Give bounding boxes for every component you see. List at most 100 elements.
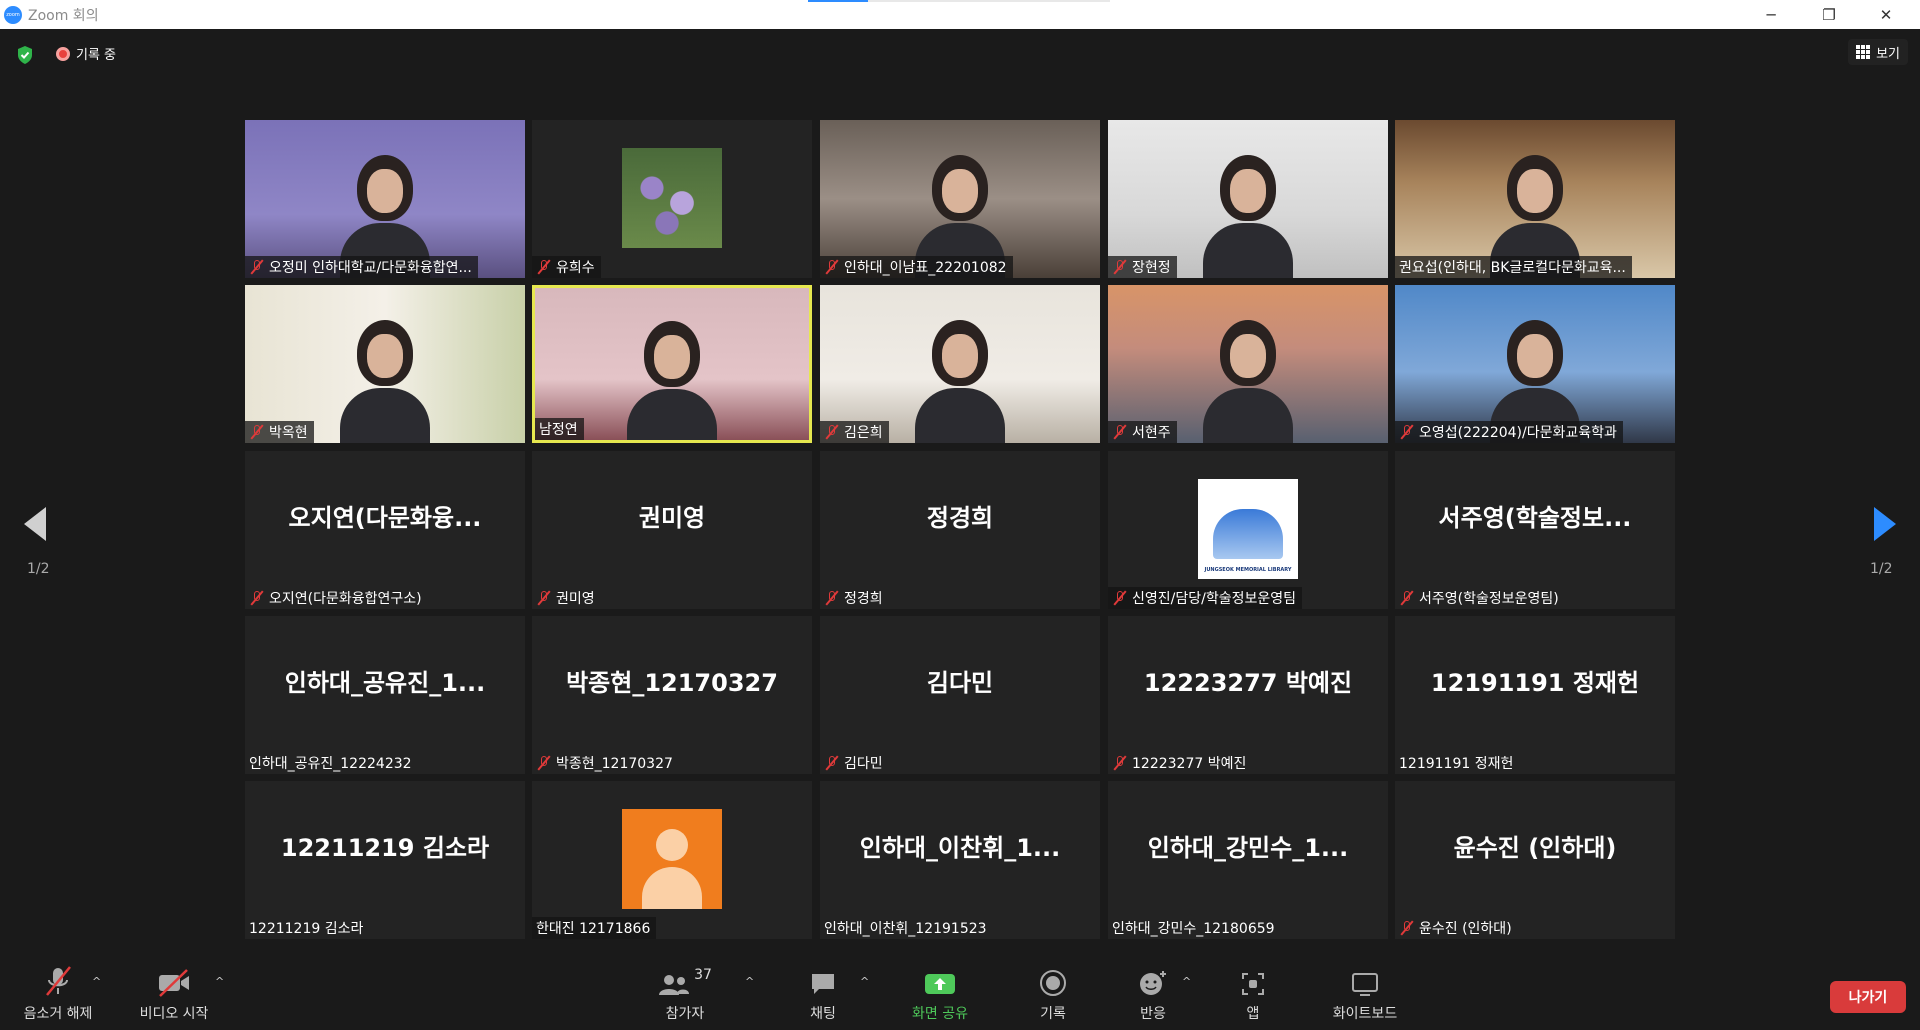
microphone-muted-icon [46, 966, 71, 996]
participant-display-name: 권미영 [638, 503, 706, 532]
microphone-muted-icon [824, 755, 840, 771]
participant-name: 인하대_이남표_22201082 [844, 260, 1007, 276]
participant-video [915, 319, 1005, 443]
participant-display-name: 김다민 [926, 668, 994, 697]
participant-name: 박종현_12170327 [556, 756, 673, 772]
participant-name: 오정미 인하대학교/다문화융합연... [269, 260, 472, 276]
leave-button[interactable]: 나가기 [1830, 981, 1906, 1013]
participants-icon [659, 975, 690, 995]
apps-button[interactable]: 앱 [1233, 957, 1273, 1030]
minimize-button[interactable]: ─ [1748, 0, 1794, 29]
window-titlebar: zoom Zoom 회의 ─ ❐ ✕ [0, 0, 1920, 29]
participant-display-name: 12223277 박예진 [1143, 668, 1353, 697]
participant-tile[interactable]: 12211219 김소라 12211219 김소라 [245, 781, 525, 939]
microphone-muted-icon [536, 259, 552, 275]
apps-icon [1242, 973, 1264, 995]
participant-tile[interactable]: 김다민 김다민 [820, 616, 1100, 774]
participant-tile[interactable]: 박옥현 [245, 285, 525, 443]
apps-label: 앱 [1246, 1006, 1260, 1022]
participant-tile[interactable]: 박종현_12170327 박종현_12170327 [532, 616, 812, 774]
participant-name-label: 오영섭(222204)/다문화교육학과 [1395, 421, 1623, 443]
participant-tile[interactable]: 12191191 정재헌 12191191 정재헌 [1395, 616, 1675, 774]
participant-display-name: 인하대_이찬휘_1... [859, 833, 1061, 862]
participant-tile[interactable]: JUNGSEOK MEMORIAL LIBRARY 신영진/담당/학술정보운영팀 [1108, 451, 1388, 609]
participant-video [627, 321, 717, 440]
microphone-muted-icon [1399, 920, 1415, 936]
view-button[interactable]: 보기 [1848, 39, 1908, 65]
participant-tile[interactable]: 유희수 [532, 120, 812, 278]
record-label: 기록 [1040, 1006, 1066, 1022]
participant-name-label: 서현주 [1108, 421, 1177, 443]
chat-label: 채팅 [810, 1006, 836, 1022]
participant-display-name: 12211219 김소라 [280, 833, 490, 862]
participant-name-label: 유희수 [532, 256, 601, 278]
participant-name: 서주영(학술정보운영팀) [1419, 591, 1559, 607]
window-tab-indicator [808, 0, 1110, 2]
grid-view-icon [1856, 45, 1871, 59]
participant-name-label: 장현정 [1108, 256, 1177, 278]
participant-tile[interactable]: 인하대_이찬휘_1... 인하대_이찬휘_12191523 [820, 781, 1100, 939]
participant-tile[interactable]: 인하대_강민수_1... 인하대_강민수_12180659 [1108, 781, 1388, 939]
participant-name-label: 인하대_공유진_12224232 [245, 752, 418, 774]
participant-tile[interactable]: 서현주 [1108, 285, 1388, 443]
encryption-shield-icon[interactable] [16, 45, 34, 65]
video-options-caret-icon[interactable]: ^ [215, 975, 224, 988]
participant-tile[interactable]: 남정연 [532, 285, 812, 443]
whiteboard-label: 화이트보드 [1332, 1006, 1398, 1022]
reactions-button[interactable]: 반응 [1133, 957, 1173, 1030]
participants-button[interactable]: 37 참가자 [659, 957, 712, 1030]
microphone-muted-icon [249, 259, 265, 275]
participant-name: 오지연(다문화융합연구소) [269, 591, 422, 607]
participant-display-name: 12191191 정재헌 [1430, 668, 1640, 697]
chat-options-caret-icon[interactable]: ^ [860, 975, 869, 988]
participant-name: 김다민 [844, 756, 883, 772]
participant-tile[interactable]: 장현정 [1108, 120, 1388, 278]
reactions-options-caret-icon[interactable]: ^ [1182, 975, 1191, 988]
reactions-label: 반응 [1140, 1006, 1166, 1022]
microphone-muted-icon [1112, 590, 1128, 606]
participants-options-caret-icon[interactable]: ^ [745, 975, 754, 988]
participant-name: 권미영 [556, 591, 595, 607]
participant-tile[interactable]: 인하대_공유진_1... 인하대_공유진_12224232 [245, 616, 525, 774]
participant-tile[interactable]: 김은희 [820, 285, 1100, 443]
chat-button[interactable]: 채팅 [803, 957, 843, 1030]
participant-display-name: 오지연(다문화융... [288, 503, 482, 532]
participant-name-label: 권미영 [532, 587, 601, 609]
participant-name: 유희수 [556, 260, 595, 276]
restore-button[interactable]: ❐ [1806, 0, 1852, 29]
participant-name-label: 12211219 김소라 [245, 917, 369, 939]
participant-tile[interactable]: 윤수진 (인하대) 윤수진 (인하대) [1395, 781, 1675, 939]
participant-tile[interactable]: 한대진 12171866 [532, 781, 812, 939]
participant-tile[interactable]: 12223277 박예진 12223277 박예진 [1108, 616, 1388, 774]
reactions-icon [1140, 971, 1166, 995]
participant-name-label: 정경희 [820, 587, 889, 609]
participant-tile[interactable]: 서주영(학술정보... 서주영(학술정보운영팀) [1395, 451, 1675, 609]
recording-indicator[interactable]: 기록 중 [56, 44, 116, 63]
previous-page-arrow-icon[interactable] [24, 507, 46, 541]
participant-name-label: 김은희 [820, 421, 889, 443]
unmute-button[interactable]: 음소거 해제 [18, 957, 98, 1030]
record-button[interactable]: 기록 [1033, 957, 1073, 1030]
library-logo-caption: JUNGSEOK MEMORIAL LIBRARY [1204, 567, 1292, 573]
participant-name-label: 인하대_이찬휘_12191523 [820, 917, 993, 939]
start-video-button[interactable]: 비디오 시작 [132, 957, 216, 1030]
share-screen-button[interactable]: 화면 공유 [900, 957, 980, 1030]
participant-tile[interactable]: 권요섭(인하대, BK글로컬다문화교육... [1395, 120, 1675, 278]
participant-name-label: 인하대_강민수_12180659 [1108, 917, 1281, 939]
participant-tile[interactable]: 정경희 정경희 [820, 451, 1100, 609]
close-button[interactable]: ✕ [1863, 0, 1909, 29]
participant-name-label: 12223277 박예진 [1108, 752, 1252, 774]
participant-tile[interactable]: 인하대_이남표_22201082 [820, 120, 1100, 278]
participant-tile[interactable]: 권미영 권미영 [532, 451, 812, 609]
video-off-icon [159, 969, 189, 997]
participant-name-label: 박종현_12170327 [532, 752, 679, 774]
microphone-muted-icon [1112, 755, 1128, 771]
whiteboard-button[interactable]: 화이트보드 [1320, 957, 1410, 1030]
participant-tile[interactable]: 오영섭(222204)/다문화교육학과 [1395, 285, 1675, 443]
next-page-arrow-icon[interactable] [1874, 507, 1896, 541]
participant-display-name: 윤수진 (인하대) [1453, 833, 1617, 862]
audio-options-caret-icon[interactable]: ^ [92, 975, 101, 988]
participant-tile[interactable]: 오정미 인하대학교/다문화융합연... [245, 120, 525, 278]
participant-tile[interactable]: 오지연(다문화융... 오지연(다문화융합연구소) [245, 451, 525, 609]
participant-name-label: 12191191 정재헌 [1395, 752, 1519, 774]
